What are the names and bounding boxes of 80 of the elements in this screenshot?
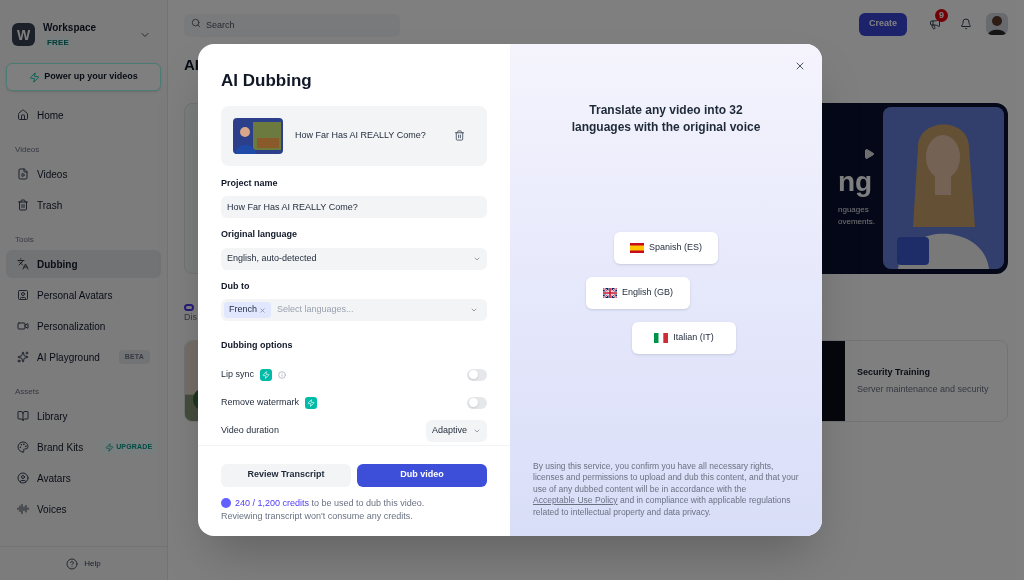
sidebar-item[interactable]: Library [6,402,161,430]
credits-text: 240 / 1,200 credits to be used to dub this video. [235,496,425,510]
user-circle-icon [17,472,29,484]
sidebar-item[interactable]: Dubbing [6,250,161,278]
section-heading: Tools [14,234,35,246]
video-file-icon [17,168,29,180]
field-label: Project name [221,176,279,190]
lightning-icon [105,442,115,452]
promo-headline: Translate any video into 32 languages with the original voice [570,102,762,136]
policy-link[interactable]: Acceptable Use Policy [533,495,618,505]
sidebar-item[interactable]: Trash [6,191,161,219]
home-icon [17,109,29,121]
section-heading: Videos [14,144,41,156]
language-tag[interactable]: French [224,302,271,318]
hero-text: nguages [838,204,870,216]
field-label: Original language [221,228,298,241]
review-button[interactable]: Review Transcript [221,463,351,487]
sidebar-item[interactable]: Personal Avatars [6,281,161,309]
project-name-field[interactable]: How Far Has AI REALLY Come? [221,196,487,218]
search-icon [191,17,201,28]
hero-text: ovements. [838,216,875,228]
section-label: Dis [184,310,198,324]
chevron-down-icon [470,306,478,314]
close-icon[interactable] [794,60,806,72]
workspace-name: Workspace [43,21,97,35]
toggle-switch[interactable] [467,368,487,381]
trash-icon [17,199,29,211]
notification-badge: 9 [935,9,948,22]
promo-button[interactable]: Power up your videos [6,63,161,91]
create-button[interactable]: Create [859,12,907,36]
help-icon[interactable] [66,557,79,570]
video-title: How Far Has AI REALLY Come? [295,128,426,142]
language-dropdown[interactable]: English, auto-detected [221,247,487,270]
play-icon[interactable] [863,148,875,160]
user-icon [17,289,29,301]
sparkles-icon [17,351,29,363]
video-camera-icon [17,320,29,332]
dub-button[interactable]: Dub video [357,463,487,487]
uk-flag-icon [603,288,617,298]
card-title: Security Training [857,365,932,379]
lightning-icon [29,71,41,83]
spain-flag-icon [630,243,644,253]
hero-headline: ng [838,168,874,196]
legal-text: By using this service, you confirm you have all necessary rights, licenses and permissions to upload and dub this content, and that your use of any dubbed content will be in accordance with the Acceptable Use Policy and in compliance with applicable regulations related to intellectual property and data privacy. [532,460,800,518]
sidebar-item[interactable]: Voices [6,495,161,523]
sidebar-item[interactable]: Home [6,101,161,129]
card-subtitle: Server maintenance and security [857,383,989,396]
field-label: Dub to [221,279,251,293]
megaphone-icon[interactable] [929,18,941,30]
sidebar-item[interactable]: Avatars [6,464,161,492]
audio-wave-icon [17,503,29,515]
page-heading: AI [184,55,199,75]
option-label: Lip sync [221,367,255,381]
section-heading: Assets [14,386,40,398]
language-chip: Italian (IT) [632,322,736,354]
translate-icon [17,258,29,270]
credits-icon [221,498,231,509]
toggle-switch[interactable] [467,396,487,409]
help-link[interactable]: Help [84,557,101,570]
book-icon [17,410,29,422]
search-field[interactable]: Search [184,13,400,37]
duration-dropdown[interactable]: Adaptive [425,419,487,442]
language-multiselect[interactable]: French Select languages... [221,299,487,321]
language-chip: English (GB) [586,277,690,309]
plan-badge: FREE [43,37,74,49]
palette-icon [17,441,29,453]
workspace-avatar: W [12,23,35,46]
dialog-title: AI Dubbing [221,70,313,92]
language-chip: Spanish (ES) [614,232,718,264]
section-icon [184,303,194,311]
sidebar-item[interactable]: Videos [6,160,161,188]
trash-icon[interactable] [454,130,465,141]
user-avatar[interactable] [986,13,1008,35]
bell-icon[interactable] [960,18,972,30]
section-heading: Dubbing options [221,339,294,352]
credits-note: Reviewing transcript won't consume any credits. [221,510,414,523]
sidebar-item[interactable]: Personalization [6,312,161,340]
italy-flag-icon [654,333,669,343]
option-label: Video duration [221,423,279,437]
option-label: Remove watermark [221,395,300,409]
